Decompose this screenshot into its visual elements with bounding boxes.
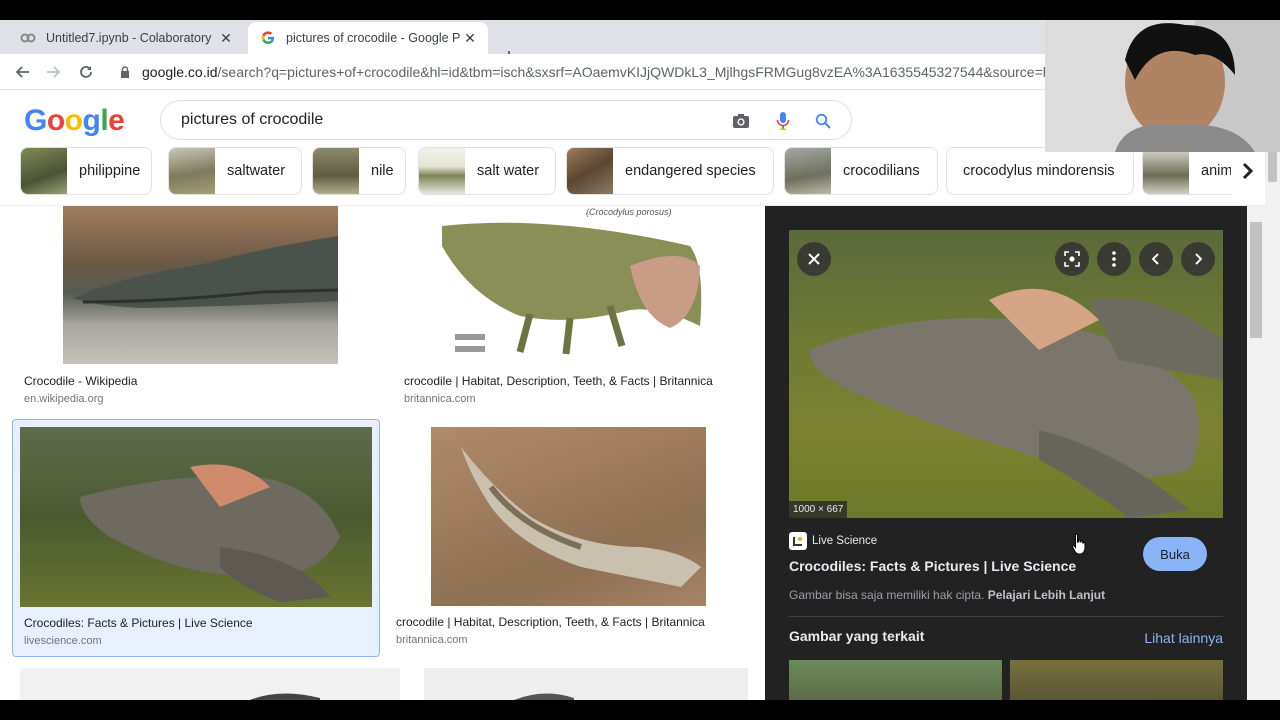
result-card[interactable] [20,668,400,700]
chevron-left-icon[interactable] [1139,242,1173,276]
chevron-right-icon[interactable] [1181,242,1215,276]
preview-image[interactable]: 1000 × 667 [789,230,1223,518]
forward-arrow-icon[interactable] [42,60,66,84]
chip-thumbnail [21,148,67,194]
tab-title: Untitled7.ipynb - Colaboratory [46,31,212,45]
microphone-icon[interactable] [771,109,795,133]
hand-cursor-icon [1071,533,1087,555]
copyright-notice: Gambar bisa saja memiliki hak cipta. Pel… [789,588,1105,602]
chip-label: crocodilians [843,163,920,179]
image-overlay-text: (Crocodylus porosus) [586,207,672,217]
chip-thumbnail [567,148,613,194]
chip-label: salt water [477,163,540,179]
result-card[interactable]: (Crocodylus porosus) crocodile | Habitat… [400,206,748,412]
close-icon[interactable] [797,242,831,276]
tab-colab[interactable]: Untitled7.ipynb - Colaboratory ✕ [8,22,244,54]
chip-saltwater[interactable]: saltwater [168,147,302,195]
search-input[interactable]: pictures of crocodile [181,111,323,129]
chip-thumbnail [1143,148,1189,194]
url-host: google.co.id [142,64,218,80]
result-image[interactable] [63,206,338,364]
screen: Untitled7.ipynb - Colaboratory ✕ picture… [0,0,1280,720]
result-source: britannica.com [404,393,476,405]
result-source: en.wikipedia.org [24,393,104,405]
related-image[interactable] [1010,660,1223,700]
image-results: Crocodile - Wikipedia en.wikipedia.org (… [0,206,765,700]
chip-thumbnail [169,148,215,194]
close-tab-icon[interactable]: ✕ [460,28,480,48]
google-g-icon [260,30,276,46]
chip-philippine[interactable]: philippine [20,147,152,195]
result-source: livescience.com [24,635,102,647]
result-caption: crocodile | Habitat, Description, Teeth,… [404,374,713,388]
chip-nile[interactable]: nile [312,147,406,195]
search-icon[interactable] [811,109,835,133]
see-more-link[interactable]: Lihat lainnya [1144,630,1223,646]
open-button[interactable]: Buka [1143,537,1207,571]
related-images-heading: Gambar yang terkait [789,628,925,644]
related-image[interactable] [789,660,1002,700]
more-options-icon[interactable] [1097,242,1131,276]
letterbox-bottom [0,700,1280,720]
result-source: britannica.com [396,634,468,646]
result-image[interactable] [431,427,706,606]
webcam-overlay [1045,20,1280,152]
page-scrollbar[interactable] [1265,90,1280,700]
site-name: Live Science [812,535,878,547]
learn-more-link[interactable]: Pelajari Lebih Lanjut [988,588,1105,602]
colab-icon [20,30,36,46]
google-logo[interactable]: Google [24,104,125,138]
result-caption: Crocodiles: Facts & Pictures | Live Scie… [24,616,253,630]
tab-google-images[interactable]: pictures of crocodile - Google Pe ✕ [248,22,488,54]
close-tab-icon[interactable]: ✕ [216,28,236,48]
preview-title[interactable]: Crocodiles: Facts & Pictures | Live Scie… [789,558,1076,574]
image-preview-panel: 1000 × 667 Live Science Crocodiles: Fact… [765,206,1247,700]
live-science-favicon [789,532,807,550]
result-caption: crocodile | Habitat, Description, Teeth,… [396,615,705,629]
url-path: /search?q=pictures+of+crocodile&hl=id&tb… [217,64,1051,80]
image-dimensions: 1000 × 667 [789,501,848,518]
chip-label: philippine [79,163,141,179]
copyright-text: Gambar bisa saja memiliki hak cipta. [789,588,985,602]
tab-title: pictures of crocodile - Google Pe [286,31,460,45]
chip-crocodilians[interactable]: crocodilians [784,147,938,195]
search-box[interactable]: pictures of crocodile [160,100,852,140]
result-caption: Crocodile - Wikipedia [24,374,138,388]
result-card[interactable]: Crocodile - Wikipedia en.wikipedia.org [20,206,382,412]
chip-thumbnail [785,148,831,194]
scrollbar-thumb[interactable] [1250,222,1262,338]
back-arrow-icon[interactable] [10,60,34,84]
chevron-right-icon[interactable] [1231,147,1265,195]
lock-icon [118,65,132,79]
source-site[interactable]: Live Science [789,532,877,550]
panel-scrollbar[interactable] [1247,206,1265,700]
result-image[interactable] [20,427,372,607]
result-card[interactable] [424,668,748,700]
chip-label: endangered species [625,163,756,179]
chip-endangered-species[interactable]: endangered species [566,147,774,195]
chip-thumbnail [419,148,465,194]
chip-crocodylus-mindorensis[interactable]: crocodylus mindorensis [946,147,1134,195]
chip-label: nile [371,163,394,179]
chip-salt-water[interactable]: salt water [418,147,556,195]
related-search-chips: philippine saltwater nile salt water end… [20,147,1265,195]
chip-label: saltwater [227,163,286,179]
chip-thumbnail [313,148,359,194]
letterbox-top [0,0,1280,20]
result-card-selected[interactable]: Crocodiles: Facts & Pictures | Live Scie… [12,419,380,657]
result-image[interactable]: (Crocodylus porosus) [400,206,748,364]
chip-label: crocodylus mindorensis [963,163,1115,179]
reload-icon[interactable] [74,60,98,84]
divider [789,616,1223,617]
lens-search-icon[interactable] [1055,242,1089,276]
result-card[interactable]: crocodile | Habitat, Description, Teeth,… [392,427,748,657]
camera-icon[interactable] [729,109,753,133]
